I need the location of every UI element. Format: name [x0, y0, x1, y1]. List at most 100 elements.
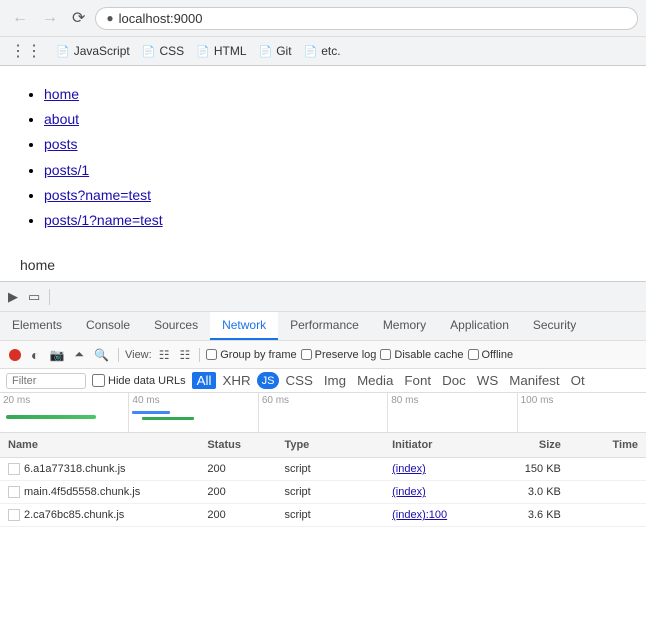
link-home[interactable]: home [44, 86, 79, 102]
filter-css[interactable]: CSS [280, 372, 317, 389]
lock-icon: ● [106, 11, 113, 25]
forward-button[interactable]: → [38, 7, 62, 29]
search-button[interactable]: 🔍 [91, 346, 112, 364]
timeline-mark-60: 60 ms [259, 393, 388, 432]
reload-button[interactable]: ⟳ [68, 6, 89, 30]
offline-checkbox[interactable] [468, 349, 479, 360]
filter-input[interactable] [6, 373, 86, 389]
link-about[interactable]: about [44, 111, 79, 127]
table-row[interactable]: main.4f5d5558.chunk.js 200 script (index… [0, 481, 646, 504]
nav-bar: ← → ⟳ ● localhost:9000 [0, 0, 646, 36]
table-row[interactable]: 2.ca76bc85.chunk.js 200 script (index):1… [0, 504, 646, 527]
bookmark-git[interactable]: 📄 Git [259, 44, 292, 58]
row-time-2 [569, 513, 646, 517]
topbar-separator [49, 289, 50, 305]
filter-font[interactable]: Font [399, 372, 436, 389]
header-time[interactable]: Time [569, 437, 646, 453]
link-posts-1-name-test[interactable]: posts/1?name=test [44, 212, 163, 228]
filter-button[interactable]: ⏶ [71, 345, 87, 364]
clear-button[interactable]: ◐ [28, 345, 42, 365]
link-posts-1[interactable]: posts/1 [44, 162, 89, 178]
network-toolbar: ◐ 📷 ⏶ 🔍 View: ☷ ☷ Group by frame Preserv… [0, 341, 646, 369]
header-type[interactable]: Type [276, 437, 384, 453]
bookmark-html-icon: 📄 [196, 45, 210, 58]
bookmark-git-label: Git [276, 44, 291, 58]
header-name[interactable]: Name [0, 437, 199, 453]
bookmarks-bar: ⋮⋮ 📄 JavaScript 📄 CSS 📄 HTML 📄 Git 📄 etc… [0, 36, 646, 65]
filter-js[interactable]: JS [257, 372, 280, 389]
row-type-2: script [276, 507, 384, 523]
bookmark-js-icon: 📄 [56, 45, 70, 58]
row-name-1: main.4f5d5558.chunk.js [0, 484, 199, 500]
bookmark-css[interactable]: 📄 CSS [142, 44, 184, 58]
bookmark-html[interactable]: 📄 HTML [196, 44, 246, 58]
bookmark-javascript[interactable]: 📄 JavaScript [56, 44, 130, 58]
row-type-0: script [276, 461, 384, 477]
row-time-1 [569, 490, 646, 494]
filter-manifest[interactable]: Manifest [504, 372, 564, 389]
filter-bar: Hide data URLs All XHR JS CSS Img Media … [0, 369, 646, 393]
filter-doc[interactable]: Doc [437, 372, 471, 389]
view-grid-button[interactable]: ☷ [176, 346, 193, 364]
preserve-log-label[interactable]: Preserve log [301, 349, 377, 361]
timeline-mark-20: 20 ms [0, 393, 129, 432]
row-type-1: script [276, 484, 384, 500]
tab-application[interactable]: Application [438, 312, 521, 340]
view-label: View: [125, 349, 152, 361]
tab-performance[interactable]: Performance [278, 312, 371, 340]
header-initiator[interactable]: Initiator [384, 437, 492, 453]
tab-network[interactable]: Network [210, 312, 278, 340]
link-posts-name-test[interactable]: posts?name=test [44, 187, 151, 203]
tab-security[interactable]: Security [521, 312, 588, 340]
nav-links-list: home about posts posts/1 posts?name=test… [20, 82, 626, 233]
tab-console[interactable]: Console [74, 312, 142, 340]
inspect-element-button[interactable]: ▶ [4, 287, 22, 307]
view-list-button[interactable]: ☷ [156, 346, 173, 364]
row-initiator-1[interactable]: (index) [384, 484, 492, 500]
group-by-frame-label[interactable]: Group by frame [206, 349, 296, 361]
tab-sources[interactable]: Sources [142, 312, 210, 340]
tab-memory[interactable]: Memory [371, 312, 438, 340]
header-size[interactable]: Size [492, 437, 569, 453]
bookmark-html-label: HTML [214, 44, 247, 58]
timeline-mark-80: 80 ms [388, 393, 517, 432]
tab-elements[interactable]: Elements [0, 312, 74, 340]
row-size-2: 3.6 KB [492, 507, 569, 523]
apps-button[interactable]: ⋮⋮ [8, 41, 44, 61]
row-initiator-2[interactable]: (index):100 [384, 507, 492, 523]
offline-label[interactable]: Offline [468, 349, 514, 361]
devtools-tabs: Elements Console Sources Network Perform… [0, 312, 646, 341]
filter-all[interactable]: All [192, 372, 217, 389]
camera-button[interactable]: 📷 [46, 346, 67, 364]
hide-data-urls-checkbox[interactable] [92, 374, 105, 387]
bookmark-etc[interactable]: 📄 etc. [304, 44, 341, 58]
timeline-mark-40: 40 ms [129, 393, 258, 432]
disable-cache-checkbox[interactable] [380, 349, 391, 360]
row-time-0 [569, 467, 646, 471]
hide-data-urls-label[interactable]: Hide data URLs [92, 374, 186, 387]
table-row[interactable]: 6.a1a77318.chunk.js 200 script (index) 1… [0, 458, 646, 481]
filter-xhr[interactable]: XHR [217, 372, 255, 389]
header-status[interactable]: Status [199, 437, 276, 453]
bookmark-js-label: JavaScript [74, 44, 130, 58]
preserve-log-checkbox[interactable] [301, 349, 312, 360]
record-button[interactable] [6, 347, 24, 363]
link-posts[interactable]: posts [44, 136, 77, 152]
disable-cache-label[interactable]: Disable cache [380, 349, 463, 361]
device-toggle-button[interactable]: ▭ [24, 287, 44, 307]
filter-other[interactable]: Ot [566, 372, 590, 389]
url-bar[interactable]: ● localhost:9000 [95, 7, 638, 30]
back-button[interactable]: ← [8, 7, 32, 29]
group-by-frame-checkbox[interactable] [206, 349, 217, 360]
url-text: localhost:9000 [119, 11, 203, 26]
filter-ws[interactable]: WS [472, 372, 503, 389]
row-status-2: 200 [199, 507, 276, 523]
row-status-0: 200 [199, 461, 276, 477]
row-initiator-0[interactable]: (index) [384, 461, 492, 477]
filter-media[interactable]: Media [352, 372, 398, 389]
row-size-1: 3.0 KB [492, 484, 569, 500]
filter-img[interactable]: Img [319, 372, 351, 389]
row-name-2: 2.ca76bc85.chunk.js [0, 507, 199, 523]
timeline-mark-100: 100 ms [518, 393, 646, 432]
file-icon-0 [8, 463, 20, 475]
